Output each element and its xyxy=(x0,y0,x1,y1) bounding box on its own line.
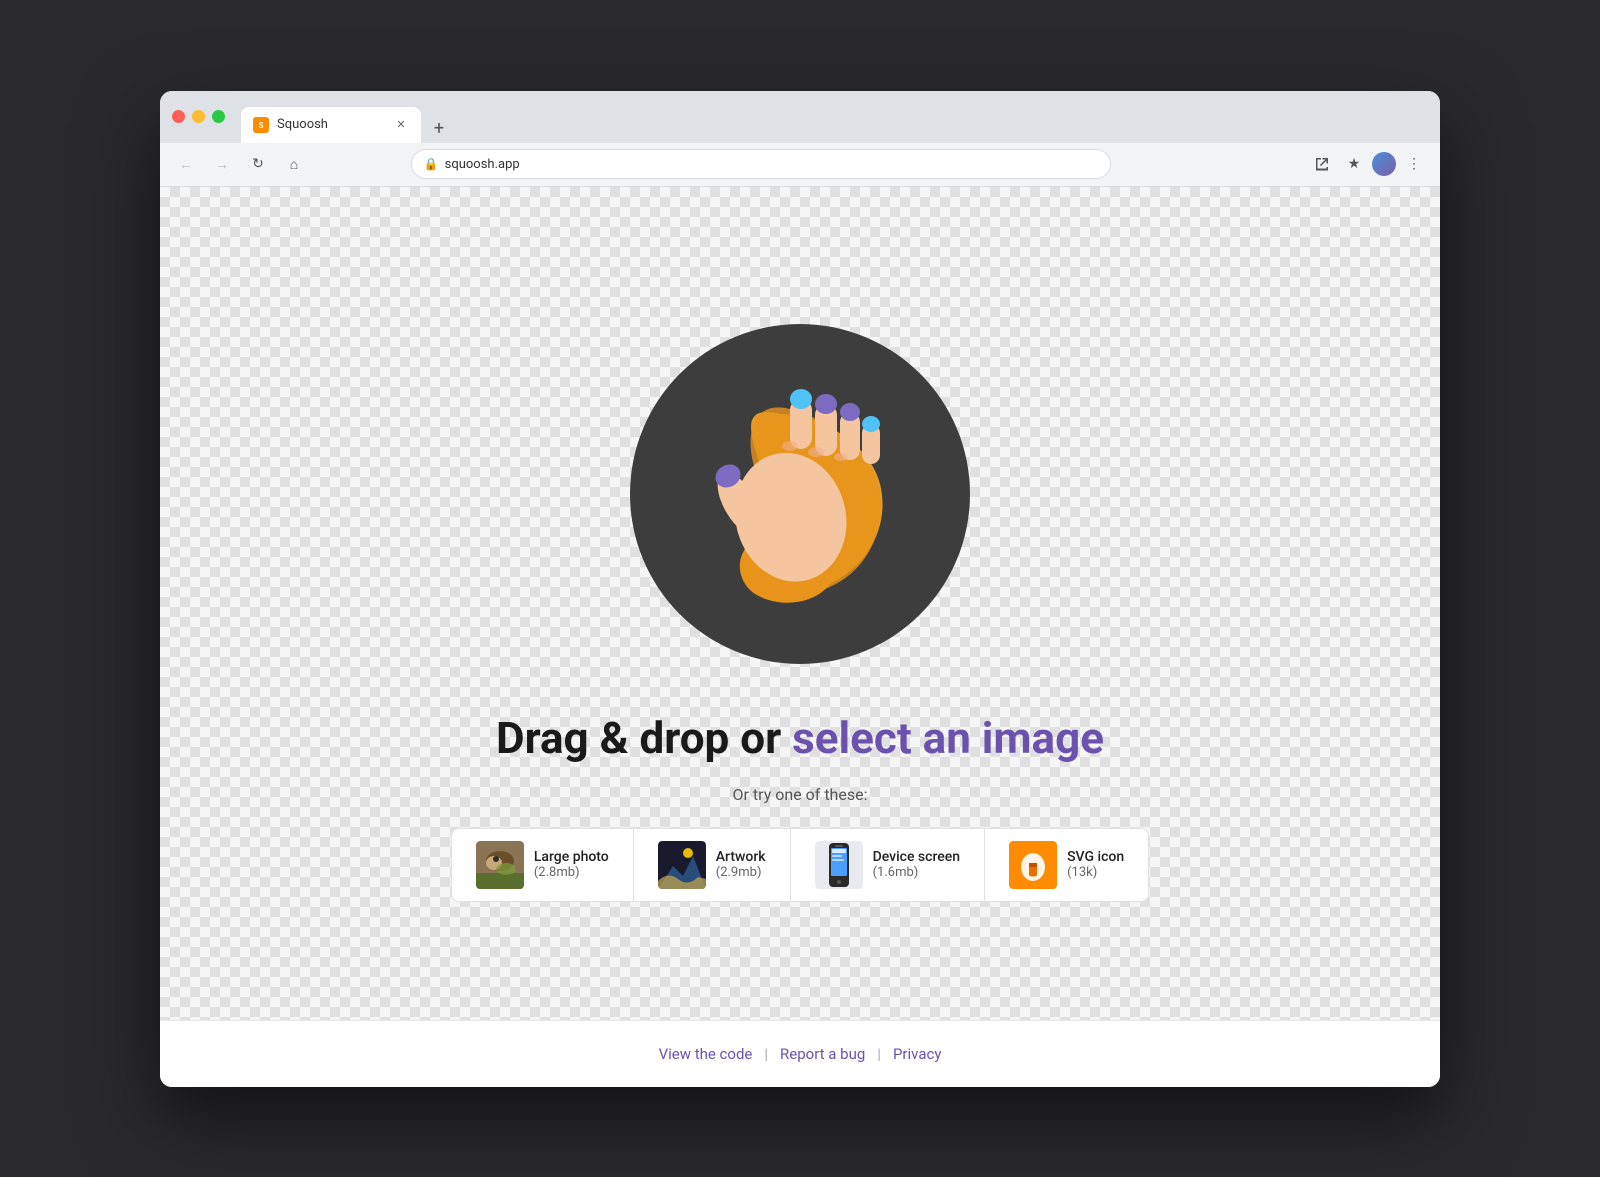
bookmark-icon[interactable]: ★ xyxy=(1340,150,1368,178)
artwork-info: Artwork (2.9mb) xyxy=(716,849,766,880)
drop-text-highlight: select an image xyxy=(792,712,1104,764)
large-photo-name: Large photo xyxy=(534,849,609,865)
sample-device-screen[interactable]: Device screen (1.6mb) xyxy=(791,829,985,901)
view-code-link[interactable]: View the code xyxy=(647,1041,765,1067)
svg-icon-thumb xyxy=(1009,841,1057,889)
sample-large-photo[interactable]: Large photo (2.8mb) xyxy=(452,829,634,901)
url-bar[interactable]: 🔒 squoosh.app xyxy=(411,149,1111,179)
large-photo-info: Large photo (2.8mb) xyxy=(534,849,609,880)
footer: View the code | Report a bug | Privacy xyxy=(160,1020,1440,1087)
drop-zone[interactable]: Drag & drop or select an image Or try on… xyxy=(160,187,1440,1020)
tab-bar: S Squoosh ✕ + xyxy=(241,91,1428,143)
drop-headline: Drag & drop or select an image xyxy=(496,712,1104,765)
samples-row: Large photo (2.8mb) xyxy=(451,828,1149,902)
drop-text-plain: Drag & drop or xyxy=(496,712,792,764)
traffic-lights xyxy=(172,110,225,123)
squoosh-logo xyxy=(660,354,940,634)
address-bar: ← → ↻ ⌂ 🔒 squoosh.app ★ ⋮ xyxy=(160,143,1440,187)
svg-icon-size: (13k) xyxy=(1067,865,1124,880)
sample-artwork[interactable]: Artwork (2.9mb) xyxy=(634,829,791,901)
tab-close-button[interactable]: ✕ xyxy=(393,117,409,133)
lock-icon: 🔒 xyxy=(424,157,439,171)
large-photo-size: (2.8mb) xyxy=(534,865,609,880)
main-content: Drag & drop or select an image Or try on… xyxy=(160,187,1440,1087)
menu-icon[interactable]: ⋮ xyxy=(1400,150,1428,178)
active-tab[interactable]: S Squoosh ✕ xyxy=(241,107,421,143)
home-button[interactable]: ⌂ xyxy=(280,150,308,178)
device-screen-size: (1.6mb) xyxy=(873,865,960,880)
tab-title: Squoosh xyxy=(277,117,385,132)
svg-text:S: S xyxy=(259,121,264,130)
large-photo-thumb xyxy=(476,841,524,889)
device-screen-info: Device screen (1.6mb) xyxy=(873,849,960,880)
logo-circle xyxy=(630,324,970,664)
maximize-button[interactable] xyxy=(212,110,225,123)
refresh-button[interactable]: ↻ xyxy=(244,150,272,178)
close-button[interactable] xyxy=(172,110,185,123)
try-text: Or try one of these: xyxy=(733,785,868,804)
forward-button[interactable]: → xyxy=(208,150,236,178)
device-screen-name: Device screen xyxy=(873,849,960,865)
toolbar-right: ★ ⋮ xyxy=(1308,150,1428,178)
external-link-icon[interactable] xyxy=(1308,150,1336,178)
artwork-thumb xyxy=(658,841,706,889)
device-screen-thumb xyxy=(815,841,863,889)
report-bug-link[interactable]: Report a bug xyxy=(768,1041,877,1067)
avatar[interactable] xyxy=(1372,152,1396,176)
svg-icon-name: SVG icon xyxy=(1067,849,1124,865)
svg-icon-info: SVG icon (13k) xyxy=(1067,849,1124,880)
artwork-size: (2.9mb) xyxy=(716,865,766,880)
privacy-link[interactable]: Privacy xyxy=(881,1041,953,1067)
artwork-name: Artwork xyxy=(716,849,766,865)
minimize-button[interactable] xyxy=(192,110,205,123)
tab-favicon: S xyxy=(253,117,269,133)
new-tab-button[interactable]: + xyxy=(425,115,453,143)
url-text: squoosh.app xyxy=(445,157,520,172)
title-bar: S Squoosh ✕ + xyxy=(160,91,1440,143)
browser-window: S Squoosh ✕ + ← → ↻ ⌂ 🔒 squoosh.app ★ xyxy=(160,91,1440,1087)
back-button[interactable]: ← xyxy=(172,150,200,178)
sample-svg-icon[interactable]: SVG icon (13k) xyxy=(985,829,1148,901)
